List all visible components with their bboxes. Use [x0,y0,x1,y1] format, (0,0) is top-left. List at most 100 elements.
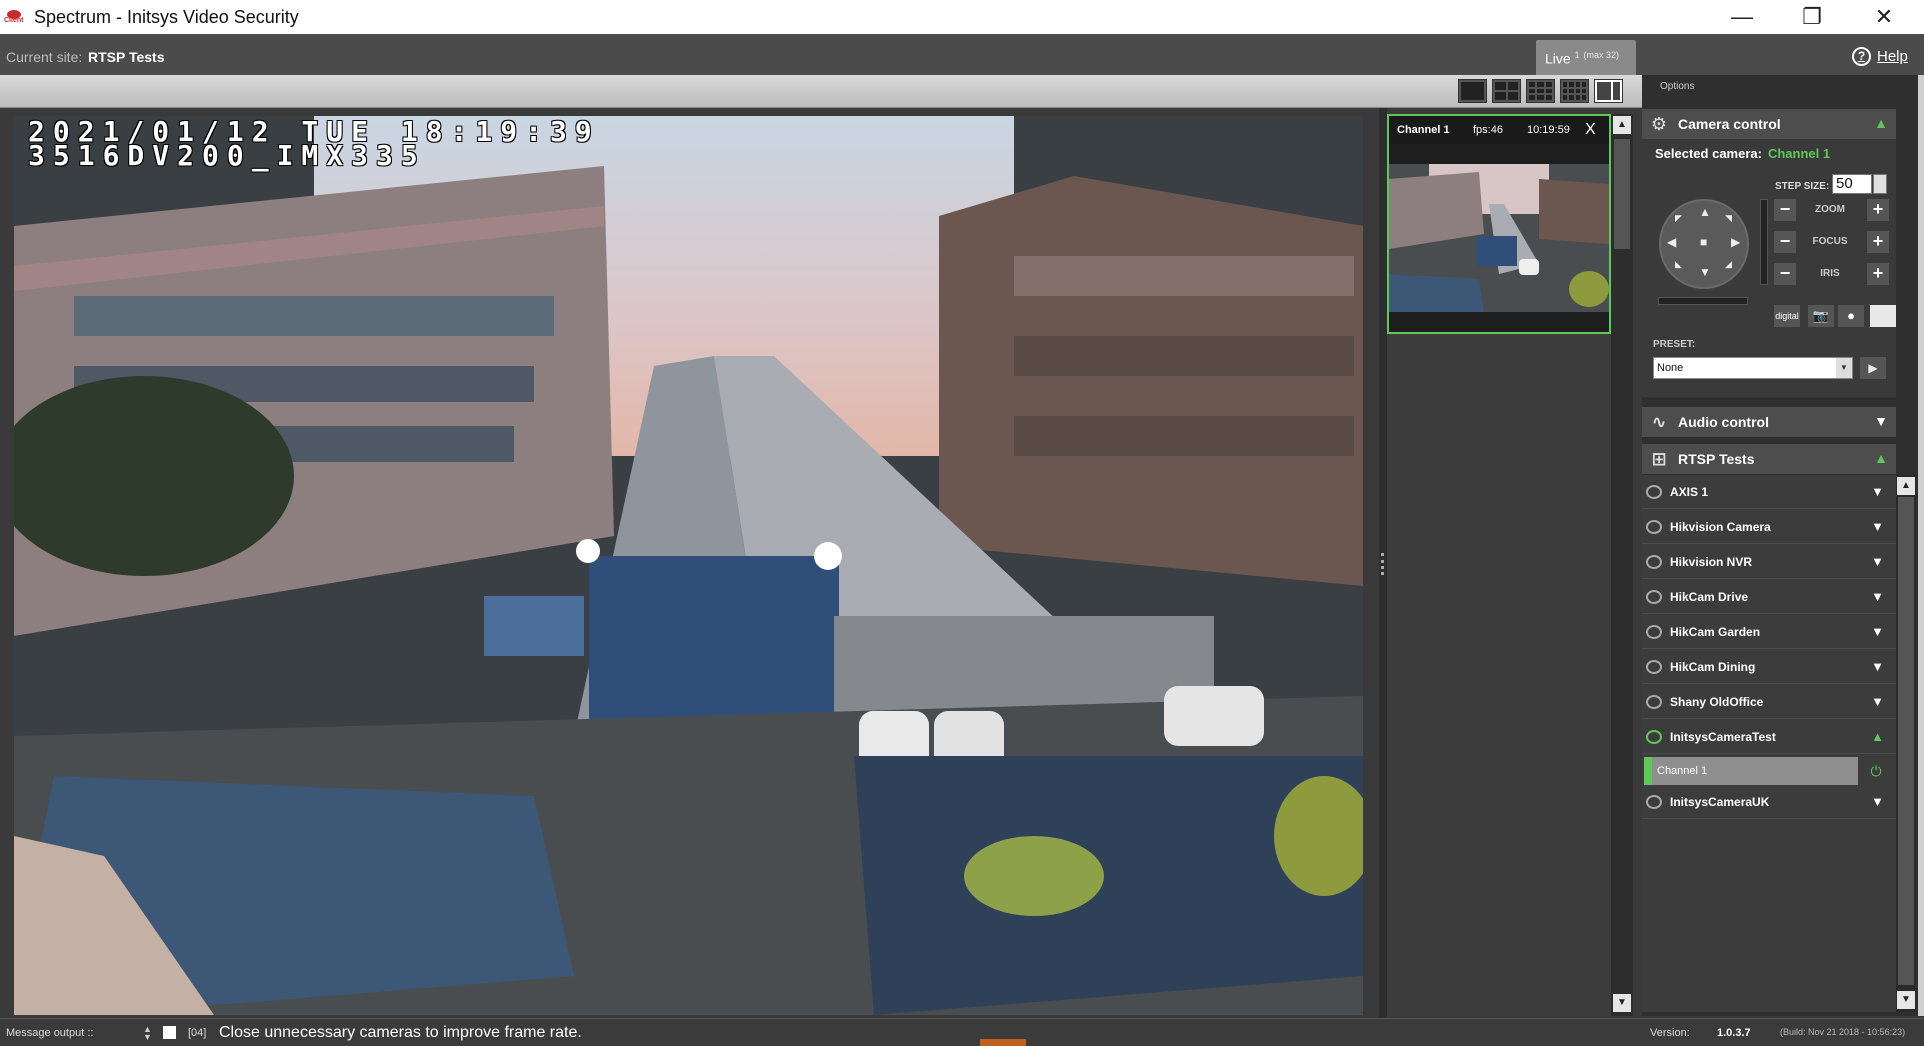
toggle-button[interactable] [1870,305,1896,327]
layout-custom-button[interactable] [1594,79,1623,103]
scroll-down-icon[interactable]: ▼ [1613,994,1631,1012]
help-link[interactable]: ? Help [1852,47,1908,66]
layout-2x2-button[interactable] [1492,79,1521,103]
speed-slider-vertical[interactable] [1760,199,1768,285]
tab-options[interactable]: Options [1660,81,1694,92]
channel-card[interactable]: Channel 1 fps:46 10:19:59 X [1387,114,1611,334]
build-info: (Build: Nov 21 2018 - 10:56:23) [1780,1027,1906,1037]
window-scrollbar[interactable] [1918,75,1924,1016]
arrow-up-icon[interactable]: ▲ [1699,205,1711,219]
version-value: 1.0.3.7 [1717,1027,1751,1039]
camera-icon [1646,729,1662,744]
tree-item-camera[interactable]: HikCam Drive ▼ [1642,580,1896,614]
chevron-up-icon: ▲ [1874,115,1888,131]
scroll-thumb[interactable] [1898,497,1914,985]
arrow-down-left-icon[interactable]: ◣ [1675,259,1682,270]
focus-minus-button[interactable]: − [1774,231,1796,253]
tree-item-camera-active[interactable]: InitsysCameraTest ▲ [1642,720,1896,754]
scroll-thumb[interactable] [1614,139,1630,249]
tree-item-camera[interactable]: InitsysCameraUK ▼ [1642,785,1896,819]
message-checkbox[interactable] [163,1026,176,1039]
camera-feed-image [14,116,1363,1015]
iris-plus-button[interactable]: + [1867,263,1889,285]
message-output-label: Message output :: [6,1027,94,1039]
minimize-button[interactable]: — [1714,0,1770,34]
arrow-up-left-icon[interactable]: ◤ [1675,213,1682,224]
panel-splitter[interactable] [1379,108,1387,1018]
tree-item-camera[interactable]: HikCam Garden ▼ [1642,615,1896,649]
message-code: [04] [188,1027,207,1039]
current-site-name: RTSP Tests [88,49,165,65]
camera-tree: AXIS 1 ▼ Hikvision Camera ▼ Hikvision NVR ▼… [1642,475,1896,1012]
chevron-down-icon: ▼ [1874,413,1888,429]
preset-select[interactable]: None ▼ [1653,357,1853,379]
camera-icon [1646,589,1662,604]
camera-snapshot-icon[interactable]: 📷 [1808,305,1834,327]
chevron-down-icon: ▼ [1871,659,1884,674]
tree-item-camera[interactable]: Hikvision Camera ▼ [1642,510,1896,544]
camera-tree-scrollbar[interactable]: ▲ ▼ [1896,475,1916,1012]
go-to-preset-button[interactable]: ▶ [1860,357,1886,379]
message-spinner-icon[interactable]: ▲ ▼ [143,1025,152,1042]
camera-icon [1646,694,1662,709]
speed-slider-horizontal[interactable] [1658,297,1748,305]
layout-3x3-button[interactable] [1526,79,1555,103]
right-control-panel: Options ⚙ Camera control ▲ Selected came… [1642,75,1924,1016]
main-video-view[interactable]: 2021/01/12 TUE 18:19:39 3516DV200_IMX335 [14,116,1363,1015]
channel-fps: fps:46 [1473,124,1503,136]
selected-camera: Selected camera: Channel 1 [1655,146,1831,161]
step-size-spinner[interactable] [1873,174,1887,194]
camera-icon [1646,624,1662,639]
scroll-up-icon[interactable]: ▲ [1897,477,1915,495]
camera-control-header[interactable]: ⚙ Camera control ▲ [1642,109,1896,139]
iris-minus-button[interactable]: − [1774,263,1796,285]
audio-control-header[interactable]: ∿ Audio control ▼ [1642,407,1896,437]
tree-child-channel[interactable]: Channel 1 [1644,757,1858,785]
tree-item-camera[interactable]: Hikvision NVR ▼ [1642,545,1896,579]
layout-1x1-button[interactable] [1458,79,1487,103]
zoom-in-button[interactable]: + [1867,199,1889,221]
tab-live[interactable]: Live 1 (max 32) [1536,40,1636,75]
status-bar: Message output :: ▲ ▼ [04] Close unnecess… [0,1018,1924,1046]
digital-zoom-button[interactable]: digital [1774,305,1800,327]
resize-marker[interactable] [980,1039,1026,1046]
arrow-down-icon[interactable]: ▼ [1699,265,1711,279]
site-tree-header[interactable]: ⊞ RTSP Tests ▲ [1642,444,1896,474]
channel-list-scrollbar[interactable]: ▲ ▼ [1611,114,1633,1016]
preset-label: PRESET: [1653,339,1696,350]
tree-item-camera[interactable]: HikCam Dining ▼ [1642,650,1896,684]
ptz-direction-pad[interactable]: ▲ ▼ ◀ ▶ ◤ ◥ ◣ ◢ ■ [1659,199,1749,289]
focus-control: − FOCUS + [1774,229,1889,253]
arrow-down-right-icon[interactable]: ◢ [1725,259,1732,270]
channel-list-panel: Channel 1 fps:46 10:19:59 X [1387,114,1611,1016]
close-channel-button[interactable]: X [1585,121,1596,139]
scroll-down-icon[interactable]: ▼ [1897,991,1915,1009]
gear-icon: ⚙ [1650,114,1668,134]
arrow-up-right-icon[interactable]: ◥ [1725,213,1732,224]
app-logo-icon: Client [4,6,26,28]
zoom-out-button[interactable]: − [1774,199,1796,221]
camera-icon [1646,794,1662,809]
site-bar: Current site: RTSP Tests Live 1 (max 32)… [0,34,1924,75]
status-message: Close unnecessary cameras to improve fra… [219,1024,582,1041]
arrow-right-icon[interactable]: ▶ [1731,235,1740,249]
record-icon[interactable]: ● [1838,305,1864,327]
stop-icon[interactable]: ■ [1700,235,1707,249]
restore-button[interactable]: ❐ [1784,0,1840,34]
tree-item-camera[interactable]: AXIS 1 ▼ [1642,475,1896,509]
chevron-down-icon: ▼ [1871,624,1884,639]
tree-item-camera[interactable]: Shany OldOffice ▼ [1642,685,1896,719]
power-icon[interactable]: ⏻ [1864,757,1888,785]
channel-thumbnail[interactable] [1389,164,1609,312]
scroll-up-icon[interactable]: ▲ [1613,116,1631,134]
thumbnail-image [1389,164,1609,312]
zoom-control: − ZOOM + [1774,197,1889,221]
chevron-down-icon: ▼ [1871,519,1884,534]
grip-handle-icon [1381,553,1384,575]
close-window-button[interactable]: ✕ [1856,0,1912,34]
chevron-down-icon: ▼ [1871,694,1884,709]
arrow-left-icon[interactable]: ◀ [1667,235,1676,249]
step-size-input[interactable]: 50 [1832,174,1872,194]
focus-plus-button[interactable]: + [1867,231,1889,253]
layout-4x4-button[interactable] [1560,79,1589,103]
